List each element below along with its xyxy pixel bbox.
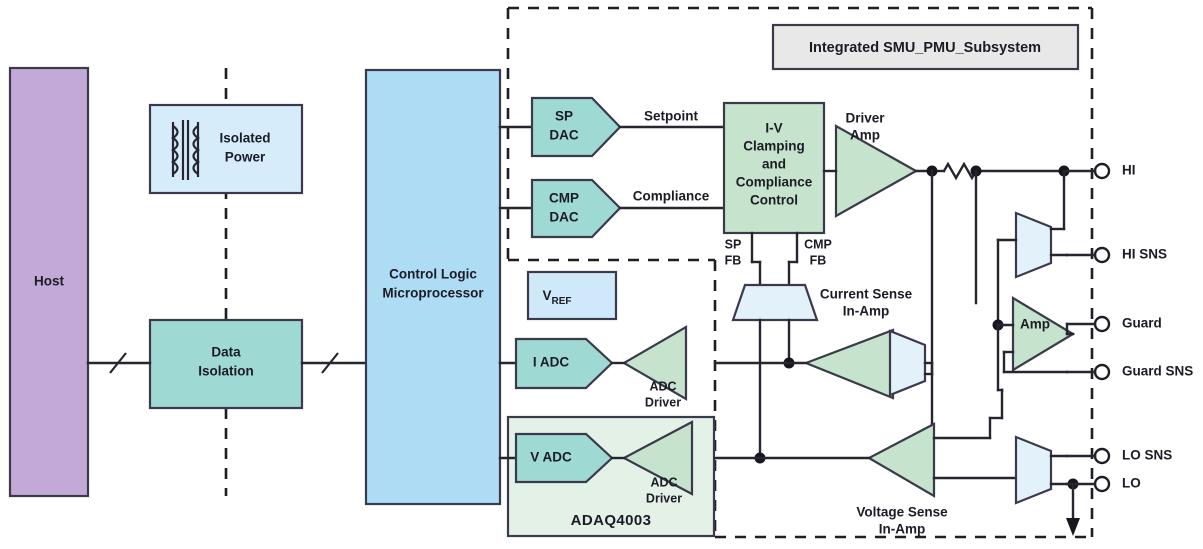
- isolated-power-label-line2: Power: [225, 150, 266, 165]
- terminal-ring-lo[interactable]: [1093, 475, 1111, 493]
- sp-dac-label-line2: DAC: [549, 128, 578, 143]
- control-logic-label-line2: Microprocessor: [382, 286, 484, 301]
- terminal-label-hi: HI: [1122, 163, 1136, 178]
- control-logic-label-line1: Control Logic: [389, 267, 477, 282]
- iv-clamp-label-line1: I-V: [765, 121, 782, 136]
- host-label: Host: [34, 274, 65, 289]
- terminal-label-guard-sns: Guard SNS: [1122, 364, 1193, 379]
- current-sense-label-line2: In-Amp: [843, 304, 890, 319]
- terminal-label-lo-sns: LO SNS: [1122, 448, 1172, 463]
- cmp-fb-label-line1: CMP: [804, 237, 832, 251]
- terminal-label-lo: LO: [1122, 476, 1141, 491]
- terminal-label-guard: Guard: [1122, 316, 1162, 331]
- data-isolation-label-line1: Data: [211, 345, 241, 360]
- smu-pmu-block-diagram: Host Isolated Power Data Isolation Contr…: [0, 0, 1203, 549]
- sp-dac-label-line1: SP: [555, 109, 573, 124]
- compliance-label: Compliance: [633, 189, 710, 204]
- cmp-dac-label-line1: CMP: [549, 191, 579, 206]
- vref-subscript: REF: [552, 296, 572, 307]
- cmp-fb-label-line2: FB: [810, 253, 827, 267]
- sp-fb-label-line1: SP: [725, 237, 742, 251]
- adaq4003-part-label: ADAQ4003: [571, 512, 652, 529]
- v-adc-label: V ADC: [530, 450, 572, 465]
- terminal-ring-guard[interactable]: [1093, 315, 1111, 333]
- driver-amp-label-line1: Driver: [845, 111, 885, 126]
- data-isolation-label-line2: Isolation: [198, 364, 254, 379]
- terminal-ring-lo-sns[interactable]: [1093, 447, 1111, 465]
- i-adc-label: I ADC: [533, 355, 569, 370]
- subsystem-title-label: Integrated SMU_PMU_Subsystem: [809, 40, 1041, 56]
- vref-block[interactable]: [526, 270, 618, 321]
- isolated-power-label-line1: Isolated: [219, 131, 270, 146]
- terminal-ring-hi[interactable]: [1093, 162, 1111, 180]
- i-adc-driver-label-line1: ADC: [649, 379, 676, 393]
- cmp-dac-label-line2: DAC: [549, 210, 578, 225]
- v-adc-driver-label-line1: ADC: [650, 475, 677, 489]
- i-adc-driver-label-line2: Driver: [645, 395, 681, 409]
- iv-clamp-label-line5: Control: [750, 193, 798, 208]
- iv-clamp-label-line4: Compliance: [736, 175, 813, 190]
- guard-amp-label: Amp: [1020, 317, 1050, 332]
- driver-amp-label-line2: Amp: [850, 128, 880, 143]
- iv-clamp-label-line2: Clamping: [743, 139, 805, 154]
- current-sense-label-line1: Current Sense: [820, 287, 913, 302]
- setpoint-label: Setpoint: [644, 109, 698, 124]
- iv-clamp-label-line3: and: [762, 157, 786, 172]
- terminal-ring-hi-sns[interactable]: [1093, 246, 1111, 264]
- v-adc-driver-label-line2: Driver: [646, 491, 682, 505]
- block-diagram-canvas: Host Isolated Power Data Isolation Contr…: [0, 0, 1203, 549]
- voltage-sense-label-line2: In-Amp: [879, 522, 926, 537]
- voltage-sense-label-line1: Voltage Sense: [856, 505, 948, 520]
- terminal-ring-guard-sns[interactable]: [1093, 363, 1111, 381]
- current-sense-in-amp-block[interactable]: [731, 283, 819, 322]
- sp-fb-label-line2: FB: [725, 253, 742, 267]
- terminal-label-hi-sns: HI SNS: [1122, 247, 1167, 262]
